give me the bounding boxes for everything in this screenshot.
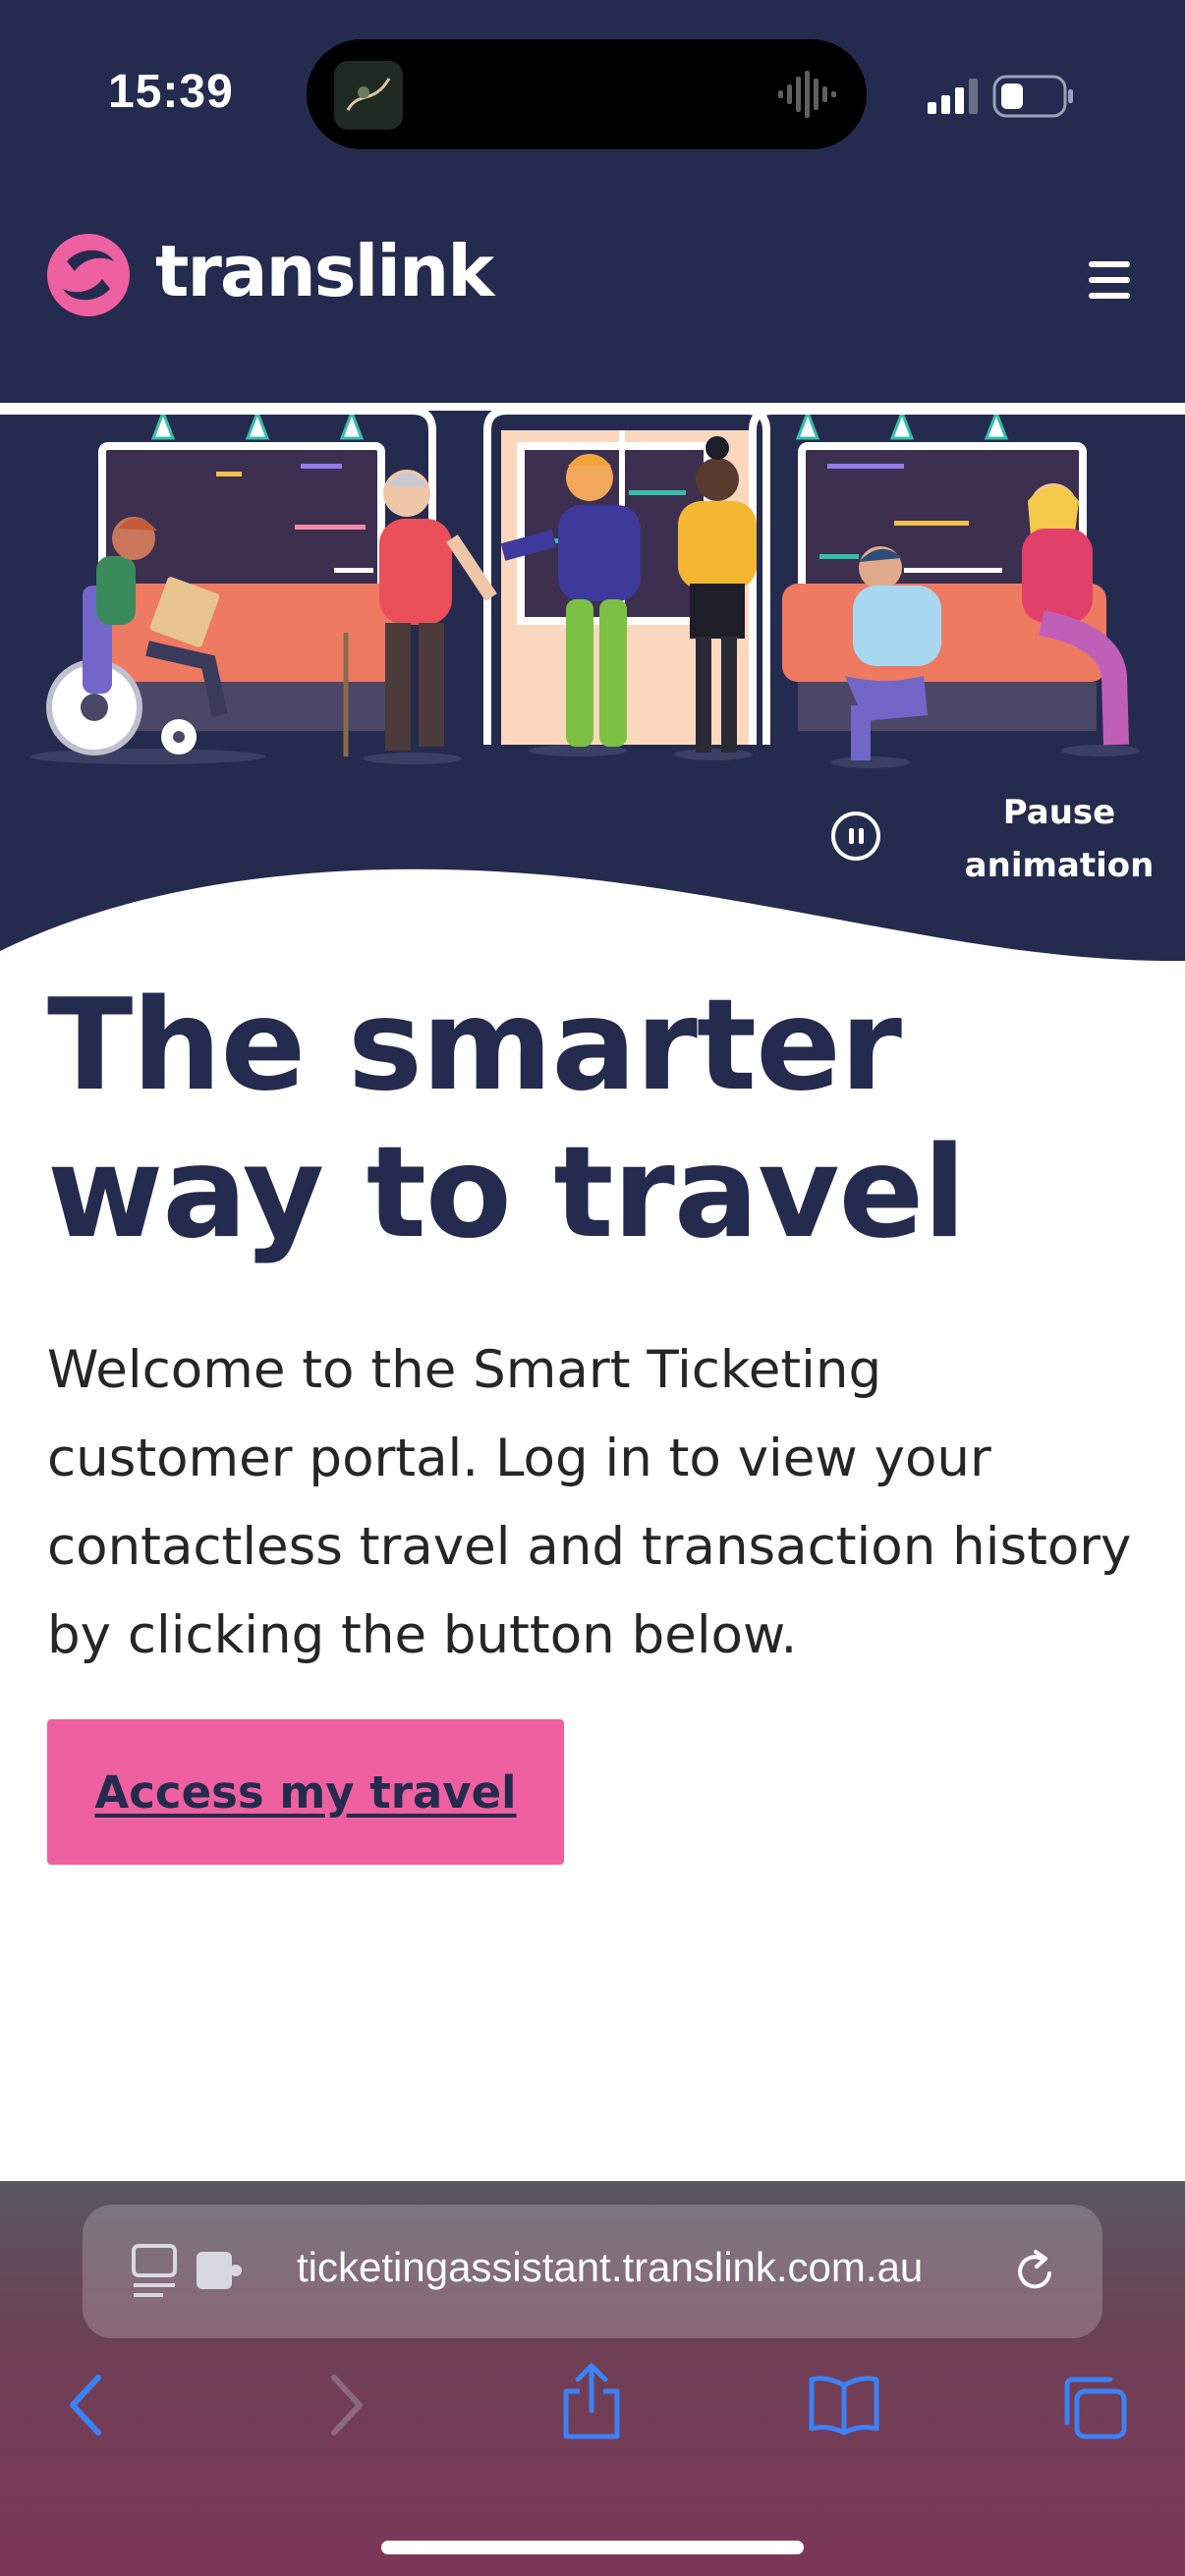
status-time: 15:39 <box>108 66 234 118</box>
intro-text: Welcome to the Smart Ticketing customer … <box>47 1340 1132 1665</box>
forward-icon[interactable] <box>320 2374 369 2436</box>
train-illustration <box>0 403 1185 768</box>
brand-name: translink <box>155 230 494 312</box>
pause-animation-label[interactable]: Pause animation <box>963 786 1156 892</box>
reader-mode-icon[interactable] <box>132 2244 181 2299</box>
url-text[interactable]: ticketingassistant.translink.com.au <box>297 2244 923 2291</box>
extension-icon[interactable] <box>195 2250 244 2291</box>
access-my-travel-button[interactable]: Access my travel <box>47 1719 564 1865</box>
now-playing-artwork <box>334 61 403 130</box>
menu-button[interactable] <box>1089 259 1138 303</box>
pause-animation-button[interactable] <box>831 812 880 861</box>
hamburger-menu-icon <box>1089 261 1130 267</box>
header-hero: 15:39 translink Pause animation <box>0 0 1185 973</box>
cellular-signal-icon <box>928 79 978 114</box>
back-icon[interactable] <box>63 2374 112 2436</box>
share-icon[interactable] <box>560 2362 623 2440</box>
bookmarks-icon[interactable] <box>808 2374 880 2436</box>
audio-wave-icon <box>778 71 836 118</box>
battery-icon <box>992 75 1073 118</box>
browser-toolbar: ticketingassistant.translink.com.au <box>0 2181 1185 2576</box>
reload-icon[interactable] <box>1012 2248 1059 2295</box>
address-bar[interactable]: ticketingassistant.translink.com.au <box>83 2205 1102 2338</box>
home-indicator[interactable] <box>381 2541 804 2554</box>
dynamic-island <box>307 39 867 149</box>
tabs-icon[interactable] <box>1061 2374 1130 2442</box>
translink-logo-icon <box>47 234 130 316</box>
page-headline: The smarter way to travel <box>47 973 966 1266</box>
